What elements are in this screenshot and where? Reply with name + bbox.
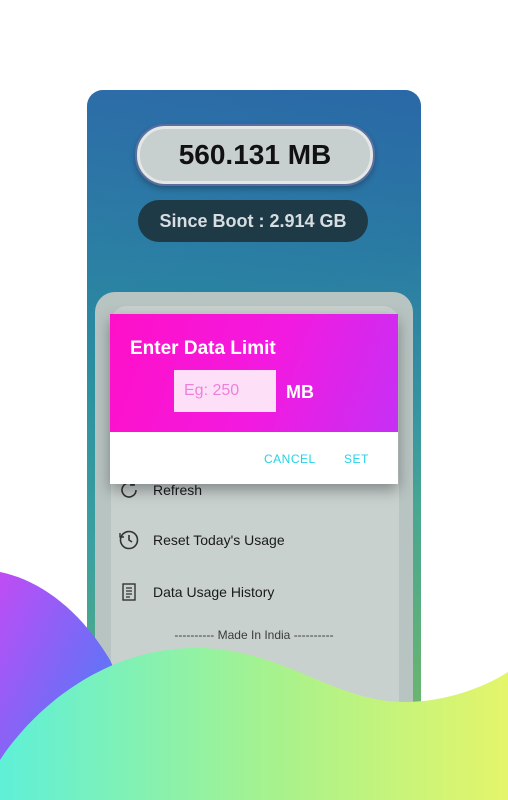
menu-item-label: Data Usage History xyxy=(153,584,275,600)
menu-item-reset-usage[interactable]: Reset Today's Usage xyxy=(117,528,285,552)
menu-item-label: Refresh xyxy=(153,482,203,498)
data-limit-input[interactable] xyxy=(174,370,276,412)
data-limit-dialog: Enter Data Limit MB CANCEL SET xyxy=(110,314,398,484)
dialog-title: Enter Data Limit xyxy=(130,338,276,359)
set-button[interactable]: SET xyxy=(344,452,369,466)
unit-label: MB xyxy=(286,382,314,402)
today-usage-display: 560.131 MB xyxy=(135,124,375,186)
since-boot-display: Since Boot : 2.914 GB xyxy=(138,200,368,242)
history-clock-icon xyxy=(117,528,141,552)
made-in-india-footer: ---------- Made In India ---------- xyxy=(174,628,334,642)
dialog-header: Enter Data Limit MB xyxy=(110,314,398,432)
menu-item-label: Reset Today's Usage xyxy=(153,532,285,548)
cancel-button[interactable]: CANCEL xyxy=(264,452,316,466)
document-icon xyxy=(117,580,141,604)
menu-item-usage-history[interactable]: Data Usage History xyxy=(117,580,274,604)
